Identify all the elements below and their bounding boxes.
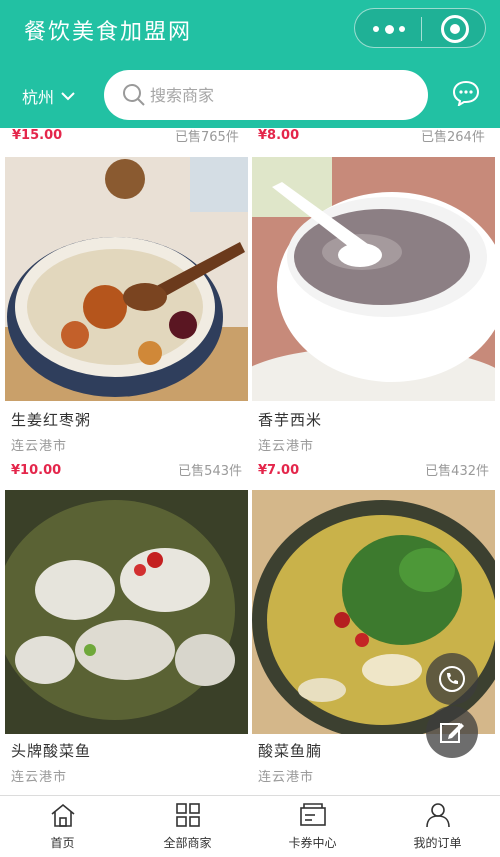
product-sold-count: 已售765件	[175, 130, 239, 145]
grid-icon	[176, 803, 200, 827]
chat-bubble-icon[interactable]	[452, 80, 480, 106]
home-icon	[51, 803, 75, 827]
product-image	[5, 490, 248, 734]
product-price: ¥7.00	[258, 463, 300, 478]
product-name: 头牌酸菜鱼	[11, 742, 92, 760]
product-card[interactable]: 香芋西米 连云港市 ¥7.00 已售432件	[252, 157, 495, 487]
tab-label: 卡券中心	[288, 836, 337, 850]
product-sold-count: 已售543件	[178, 464, 242, 479]
target-icon[interactable]	[441, 15, 469, 43]
tab-label: 首页	[50, 836, 75, 850]
product-name: 生姜红枣粥	[11, 411, 92, 429]
mini-program-capsule	[354, 8, 486, 48]
product-price: ¥10.00	[11, 463, 62, 478]
tab-all-merchants[interactable]: 全部商家	[125, 796, 250, 857]
tab-home[interactable]: 首页	[0, 796, 125, 857]
bottom-tab-bar: 首页 全部商家 卡券中心 我的订单	[0, 795, 500, 857]
edit-icon	[440, 723, 464, 743]
search-icon	[123, 84, 145, 106]
phone-call-button[interactable]	[426, 653, 478, 705]
product-location: 连云港市	[11, 770, 68, 785]
city-selector[interactable]: 杭州	[22, 84, 76, 108]
product-card[interactable]: 头牌酸菜鱼 连云港市	[5, 490, 248, 790]
tab-my-orders[interactable]: 我的订单	[375, 796, 500, 857]
product-sold-count: 已售264件	[421, 130, 485, 145]
product-image	[5, 157, 248, 401]
edit-button[interactable]	[426, 706, 478, 758]
capsule-divider	[421, 17, 422, 41]
product-sold-count: 已售432件	[425, 464, 489, 479]
user-icon	[426, 803, 450, 828]
tab-label: 我的订单	[413, 836, 462, 850]
tab-label: 全部商家	[163, 836, 212, 850]
phone-icon	[439, 666, 465, 692]
chevron-down-icon	[61, 92, 75, 101]
product-location: 连云港市	[258, 770, 315, 785]
search-bar: 杭州	[0, 60, 500, 128]
more-dots-icon[interactable]	[373, 21, 405, 37]
city-label: 杭州	[22, 88, 55, 107]
product-location: 连云港市	[11, 439, 68, 454]
product-price: ¥15.00	[12, 128, 63, 143]
product-price: ¥8.00	[258, 128, 300, 143]
product-image	[252, 157, 495, 401]
search-input[interactable]	[150, 82, 410, 108]
product-name: 香芋西米	[258, 411, 323, 429]
tab-coupon-center[interactable]: 卡券中心	[250, 796, 375, 857]
app-bar: 餐饮美食加盟网	[0, 0, 500, 60]
product-location: 连云港市	[258, 439, 315, 454]
product-name: 酸菜鱼腩	[258, 742, 323, 760]
card-icon	[300, 803, 326, 826]
search-box[interactable]	[104, 70, 428, 120]
product-card[interactable]: 生姜红枣粥 连云港市 ¥10.00 已售543件	[5, 157, 248, 487]
app-title: 餐饮美食加盟网	[24, 20, 193, 45]
